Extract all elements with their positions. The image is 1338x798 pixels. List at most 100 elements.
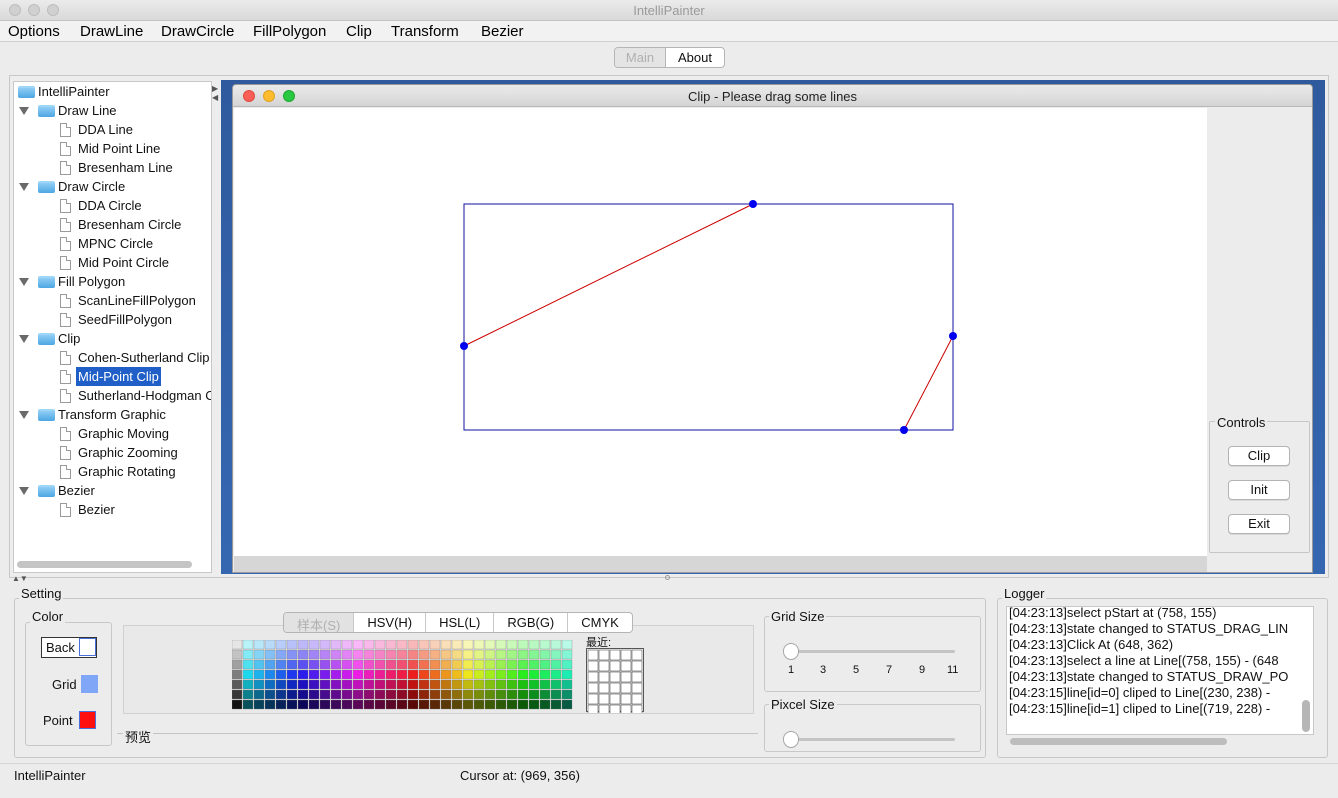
palette-swatch[interactable] — [264, 679, 276, 690]
palette-swatch[interactable] — [253, 639, 265, 650]
drawing-canvas[interactable] — [234, 108, 1207, 556]
palette-swatch[interactable] — [308, 669, 320, 680]
recent-swatch[interactable] — [631, 671, 643, 683]
palette-swatch[interactable] — [550, 659, 562, 670]
palette-swatch[interactable] — [495, 679, 507, 690]
palette-swatch[interactable] — [231, 679, 243, 690]
palette-swatch[interactable] — [308, 639, 320, 650]
expand-triangle-icon[interactable] — [19, 335, 29, 343]
palette-swatch[interactable] — [561, 689, 573, 700]
recent-swatch[interactable] — [620, 660, 632, 672]
palette-swatch[interactable] — [319, 679, 331, 690]
palette-swatch[interactable] — [253, 679, 265, 690]
palette-swatch[interactable] — [374, 639, 386, 650]
palette-swatch[interactable] — [363, 689, 375, 700]
palette-swatch[interactable] — [484, 639, 496, 650]
palette-swatch[interactable] — [451, 659, 463, 670]
palette-swatch[interactable] — [451, 689, 463, 700]
palette-swatch[interactable] — [451, 679, 463, 690]
menu-transform[interactable]: Transform — [391, 23, 459, 40]
tab-swatches[interactable]: 样本(S) — [284, 613, 355, 632]
palette-swatch[interactable] — [231, 639, 243, 650]
tab-about[interactable]: About — [666, 48, 724, 67]
palette-swatch[interactable] — [275, 699, 287, 710]
palette-swatch[interactable] — [286, 649, 298, 660]
recent-swatch[interactable] — [631, 649, 643, 661]
palette-swatch[interactable] — [330, 649, 342, 660]
palette-swatch[interactable] — [429, 639, 441, 650]
palette-swatch[interactable] — [319, 639, 331, 650]
palette-swatch[interactable] — [539, 699, 551, 710]
palette-swatch[interactable] — [352, 699, 364, 710]
palette-swatch[interactable] — [484, 689, 496, 700]
palette-swatch[interactable] — [286, 639, 298, 650]
grid-color-swatch[interactable] — [81, 675, 98, 693]
palette-swatch[interactable] — [385, 699, 397, 710]
recent-swatch[interactable] — [631, 682, 643, 694]
palette-swatch[interactable] — [407, 679, 419, 690]
recent-swatch[interactable] — [609, 682, 621, 694]
tab-hsl[interactable]: HSL(L) — [426, 613, 495, 632]
palette-swatch[interactable] — [363, 699, 375, 710]
palette-swatch[interactable] — [319, 659, 331, 670]
menu-options[interactable]: Options — [8, 23, 60, 40]
palette-swatch[interactable] — [506, 679, 518, 690]
palette-swatch[interactable] — [363, 679, 375, 690]
palette-swatch[interactable] — [484, 649, 496, 660]
palette-swatch[interactable] — [561, 679, 573, 690]
palette-swatch[interactable] — [308, 689, 320, 700]
expand-triangle-icon[interactable] — [19, 411, 29, 419]
palette-swatch[interactable] — [407, 669, 419, 680]
palette-swatch[interactable] — [396, 679, 408, 690]
back-color-button[interactable]: Back — [41, 637, 97, 658]
palette-swatch[interactable] — [385, 659, 397, 670]
palette-swatch[interactable] — [506, 659, 518, 670]
recent-swatch[interactable] — [598, 649, 610, 661]
split-divider-arrows[interactable]: ▶ ◀ — [212, 84, 220, 104]
log-vertical-scrollbar[interactable] — [1302, 700, 1310, 732]
grid-size-track[interactable] — [787, 650, 955, 653]
palette-swatch[interactable] — [330, 689, 342, 700]
palette-swatch[interactable] — [396, 639, 408, 650]
palette-swatch[interactable] — [275, 659, 287, 670]
palette-swatch[interactable] — [286, 689, 298, 700]
palette-swatch[interactable] — [275, 669, 287, 680]
palette-swatch[interactable] — [473, 689, 485, 700]
palette-swatch[interactable] — [352, 679, 364, 690]
tab-cmyk[interactable]: CMYK — [568, 613, 632, 632]
palette-swatch[interactable] — [264, 659, 276, 670]
palette-swatch[interactable] — [495, 649, 507, 660]
point-color-swatch[interactable] — [79, 711, 96, 729]
palette-swatch[interactable] — [462, 669, 474, 680]
palette-swatch[interactable] — [286, 699, 298, 710]
log-horizontal-scrollbar[interactable] — [1010, 738, 1227, 745]
recent-swatch[interactable] — [609, 671, 621, 683]
palette-swatch[interactable] — [550, 679, 562, 690]
palette-swatch[interactable] — [451, 649, 463, 660]
palette-swatch[interactable] — [341, 649, 353, 660]
palette-swatch[interactable] — [407, 689, 419, 700]
bottom-split-divider[interactable]: ▲▼ — [12, 574, 1326, 584]
palette-swatch[interactable] — [308, 649, 320, 660]
recent-swatch[interactable] — [631, 693, 643, 705]
log-text-area[interactable]: [04:23:13]select pStart at (758, 155) [0… — [1006, 606, 1314, 735]
palette-swatch[interactable] — [385, 669, 397, 680]
palette-swatch[interactable] — [539, 679, 551, 690]
palette-swatch[interactable] — [330, 679, 342, 690]
menu-drawline[interactable]: DrawLine — [80, 23, 143, 40]
palette-swatch[interactable] — [561, 669, 573, 680]
palette-swatch[interactable] — [517, 669, 529, 680]
palette-swatch[interactable] — [363, 649, 375, 660]
recent-swatch[interactable] — [609, 704, 621, 716]
back-color-swatch[interactable] — [79, 638, 96, 656]
palette-swatch[interactable] — [242, 689, 254, 700]
palette-swatch[interactable] — [275, 679, 287, 690]
palette-swatch[interactable] — [429, 699, 441, 710]
palette-swatch[interactable] — [473, 649, 485, 660]
recent-swatch[interactable] — [620, 649, 632, 661]
palette-swatch[interactable] — [363, 669, 375, 680]
palette-swatch[interactable] — [462, 679, 474, 690]
palette-swatch[interactable] — [352, 669, 364, 680]
clipped-line-2[interactable] — [903, 335, 954, 431]
palette-swatch[interactable] — [528, 689, 540, 700]
